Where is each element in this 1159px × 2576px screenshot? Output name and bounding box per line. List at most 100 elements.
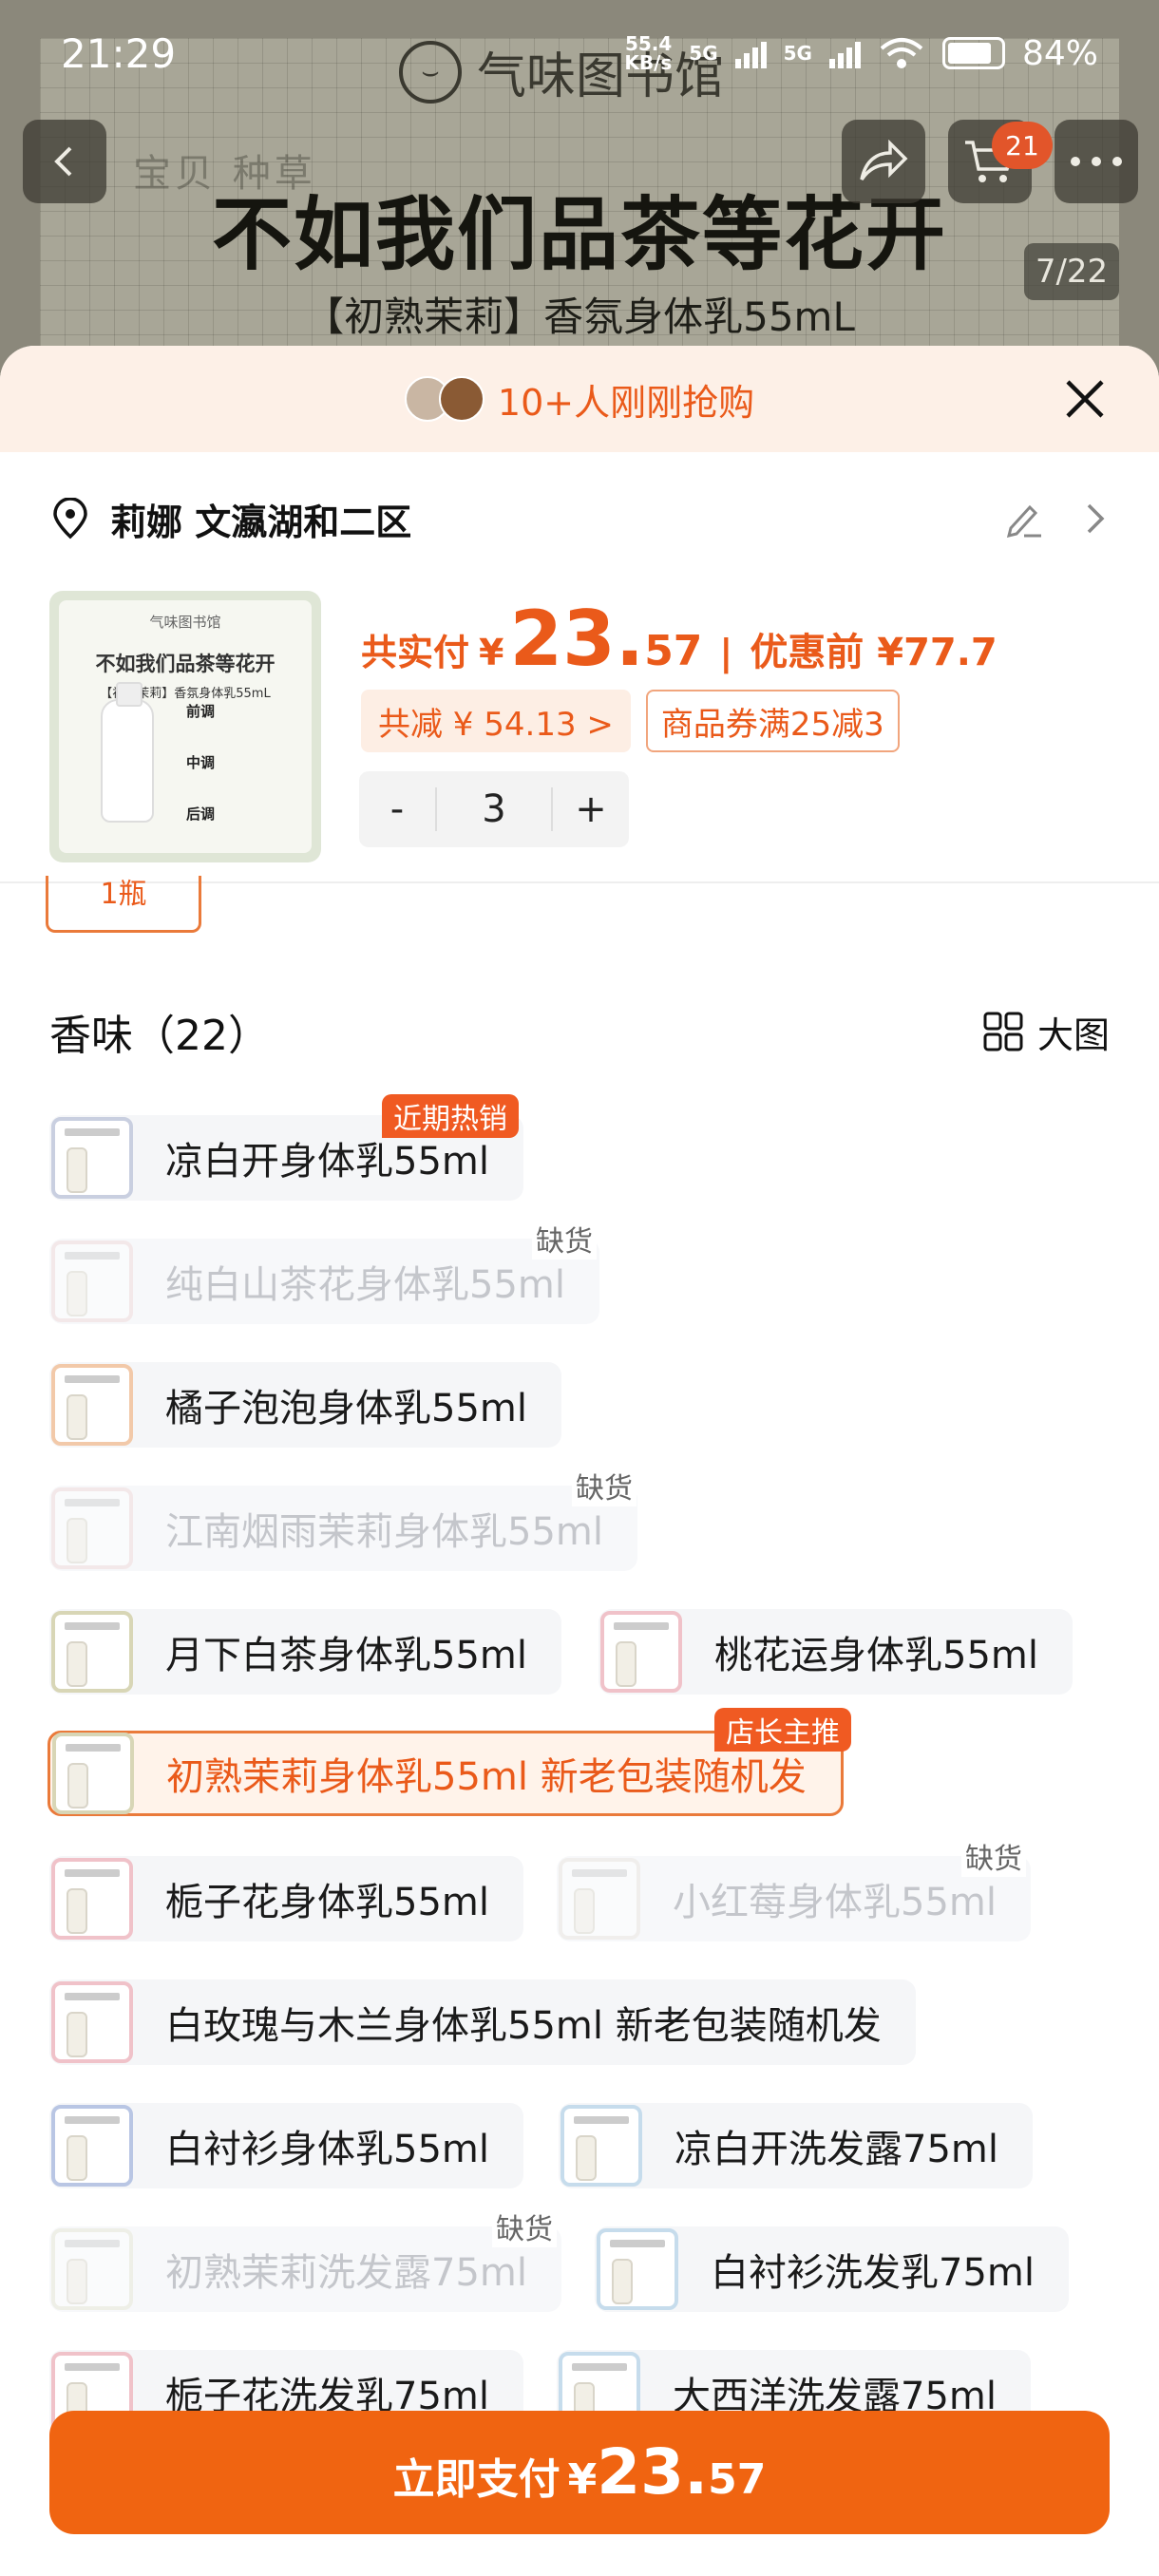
option-thumbnail bbox=[560, 2105, 642, 2187]
qty-plus-button[interactable]: + bbox=[553, 787, 629, 831]
recommended-tag: 店长主推 bbox=[714, 1708, 851, 1752]
scent-options: 凉白开身体乳55ml 近期热销 纯白山茶花身体乳55ml 缺货 橘子泡泡身体乳5… bbox=[0, 1087, 1159, 2439]
option-label: 橘子泡泡身体乳55ml bbox=[165, 1387, 527, 1430]
hot-sale-tag: 近期热销 bbox=[382, 1094, 519, 1138]
buyer-avatars bbox=[404, 376, 484, 422]
network-type-1: 5G bbox=[689, 42, 718, 65]
scent-option[interactable]: 栀子花身体乳55ml bbox=[49, 1856, 523, 1941]
option-thumbnail bbox=[51, 1241, 133, 1322]
scent-option[interactable]: 桃花运身体乳55ml bbox=[598, 1609, 1073, 1695]
pay-price-integer: 23. bbox=[597, 2435, 709, 2509]
option-thumbnail bbox=[51, 1364, 133, 1446]
battery-percent: 84% bbox=[1021, 33, 1098, 73]
out-of-stock-label: 缺货 bbox=[532, 1218, 597, 1260]
discount-detail-button[interactable]: 共减 ¥ 54.13 > bbox=[361, 690, 631, 752]
thumbnail-content: 气味图书馆 不如我们品茶等花开 【初熟茉莉】香氛身体乳55mL 前调 中调 后调 bbox=[59, 600, 312, 853]
scent-option[interactable]: 白玫瑰与木兰身体乳55ml 新老包装随机发 bbox=[49, 1979, 916, 2065]
more-dots-icon bbox=[1071, 157, 1122, 166]
scent-option[interactable]: 小红莓身体乳55ml bbox=[557, 1856, 1031, 1941]
product-summary: 气味图书馆 不如我们品茶等花开 【初熟茉莉】香氛身体乳55mL 前调 中调 后调… bbox=[0, 585, 1159, 881]
quantity-stepper: - 3 + bbox=[359, 771, 629, 847]
scent-option[interactable]: 橘子泡泡身体乳55ml bbox=[49, 1362, 561, 1448]
poster-subtitle: 【初熟茉莉】香氛身体乳55mL bbox=[304, 294, 855, 340]
option-thumbnail bbox=[51, 1487, 133, 1569]
battery-icon bbox=[941, 37, 1005, 69]
option-label: 初熟茉莉身体乳55ml 新老包装随机发 bbox=[166, 1755, 807, 1799]
section-title: 香味（22） bbox=[49, 1012, 270, 1060]
large-view-toggle[interactable]: 大图 bbox=[982, 1006, 1110, 1058]
address-row[interactable]: 莉娜 文瀛湖和二区 bbox=[0, 452, 1159, 585]
thumb-note-base: 后调 bbox=[186, 805, 216, 823]
thumb-notes: 前调 中调 后调 bbox=[186, 699, 215, 828]
thumb-note-top: 前调 bbox=[186, 703, 216, 720]
out-of-stock-label: 缺货 bbox=[961, 1835, 1026, 1877]
scent-option[interactable]: 凉白开洗发露75ml bbox=[559, 2103, 1033, 2188]
pay-price-decimal: 57 bbox=[708, 2455, 767, 2504]
currency-symbol: ¥ bbox=[479, 632, 504, 673]
option-label: 月下白茶身体乳55ml bbox=[165, 1634, 527, 1677]
qty-value[interactable]: 3 bbox=[435, 787, 553, 831]
address-text: 莉娜 文瀛湖和二区 bbox=[110, 501, 412, 543]
scent-option[interactable]: 月下白茶身体乳55ml bbox=[49, 1609, 561, 1695]
thumb-note-middle: 中调 bbox=[186, 754, 216, 771]
pay-currency: ¥ bbox=[567, 2455, 598, 2504]
more-button[interactable] bbox=[1054, 120, 1138, 203]
promo-text: 10+人刚刚抢购 bbox=[497, 381, 755, 424]
thumb-subtitle: 【初熟茉莉】香氛身体乳55mL bbox=[100, 687, 271, 701]
share-button[interactable] bbox=[842, 120, 925, 203]
signal-icon bbox=[734, 38, 767, 68]
net-speed-value: 55.4 bbox=[624, 32, 673, 55]
option-label: 白衬衫身体乳55ml bbox=[165, 2128, 489, 2171]
product-thumbnail[interactable]: 气味图书馆 不如我们品茶等花开 【初熟茉莉】香氛身体乳55mL 前调 中调 后调 bbox=[49, 591, 321, 862]
option-thumbnail bbox=[51, 1611, 133, 1693]
status-icons: 55.4 KB/s 5G 5G 84% bbox=[624, 34, 1098, 73]
option-label: 凉白开洗发露75ml bbox=[674, 2128, 998, 2171]
cart-count-badge: 21 bbox=[992, 122, 1053, 169]
pay-label: 立即支付 bbox=[392, 2455, 560, 2504]
option-label: 白玫瑰与木兰身体乳55ml 新老包装随机发 bbox=[165, 2004, 882, 2048]
option-label: 江南烟雨茉莉身体乳55ml bbox=[165, 1510, 603, 1554]
promo-banner: 10+人刚刚抢购 bbox=[0, 346, 1159, 452]
chevron-right-icon[interactable] bbox=[1081, 500, 1110, 538]
back-arrow-icon bbox=[54, 146, 72, 177]
status-time: 21:29 bbox=[61, 29, 177, 77]
option-thumbnail bbox=[559, 1858, 640, 1940]
option-label: 初熟茉莉洗发露75ml bbox=[165, 2251, 527, 2295]
price-row: 共实付 ¥ 23. 57 | 优惠前 ¥77.7 bbox=[361, 595, 998, 683]
price-decimal: 57 bbox=[644, 627, 703, 675]
qty-minus-button[interactable]: - bbox=[359, 787, 435, 831]
bottle-graphic bbox=[101, 682, 154, 823]
status-bar: 21:29 55.4 KB/s 5G 5G 84% bbox=[0, 0, 1159, 106]
purchase-sheet: 10+人刚刚抢购 莉娜 文瀛湖和二区 气味图书馆 不如我们品茶等花开 【初熟茉莉… bbox=[0, 346, 1159, 2576]
scent-option[interactable]: 初熟茉莉洗发露75ml bbox=[49, 2226, 561, 2312]
scent-option[interactable]: 纯白山茶花身体乳55ml bbox=[49, 1239, 599, 1324]
scent-option[interactable]: 白衬衫身体乳55ml bbox=[49, 2103, 523, 2188]
option-label: 白衬衫洗发乳75ml bbox=[711, 2251, 1035, 2295]
out-of-stock-label: 缺货 bbox=[492, 2206, 557, 2247]
spec-chip-partial[interactable]: 1瓶 bbox=[46, 876, 201, 933]
pay-now-button[interactable]: 立即支付 ¥ 23. 57 bbox=[49, 2411, 1110, 2534]
scent-option[interactable]: 江南烟雨茉莉身体乳55ml bbox=[49, 1486, 637, 1571]
scent-section-header: 香味（22） 大图 bbox=[49, 1001, 1110, 1062]
option-label: 凉白开身体乳55ml bbox=[165, 1140, 489, 1184]
thumb-title: 不如我们品茶等花开 bbox=[95, 653, 276, 675]
location-pin-icon bbox=[53, 498, 87, 540]
option-thumbnail bbox=[51, 2105, 133, 2187]
close-icon[interactable] bbox=[1058, 372, 1112, 426]
thumb-brand: 气味图书馆 bbox=[149, 614, 221, 631]
signal-icon-2 bbox=[828, 38, 861, 68]
option-thumbnail bbox=[597, 2228, 678, 2310]
avatar bbox=[438, 376, 484, 422]
price-separator: | bbox=[719, 632, 733, 673]
back-button[interactable] bbox=[23, 120, 106, 203]
network-type-2: 5G bbox=[783, 42, 812, 65]
net-speed-unit: KB/s bbox=[624, 51, 673, 74]
option-thumbnail bbox=[51, 1981, 133, 2063]
grid-icon bbox=[983, 1012, 1023, 1051]
edit-icon[interactable] bbox=[1003, 498, 1045, 540]
option-thumbnail bbox=[51, 1858, 133, 1940]
scent-option[interactable]: 白衬衫洗发乳75ml bbox=[595, 2226, 1069, 2312]
price-integer: 23. bbox=[509, 595, 645, 683]
view-label: 大图 bbox=[1036, 1013, 1110, 1056]
coupon-row: 共减 ¥ 54.13 > 商品券满25减3 bbox=[361, 690, 900, 752]
